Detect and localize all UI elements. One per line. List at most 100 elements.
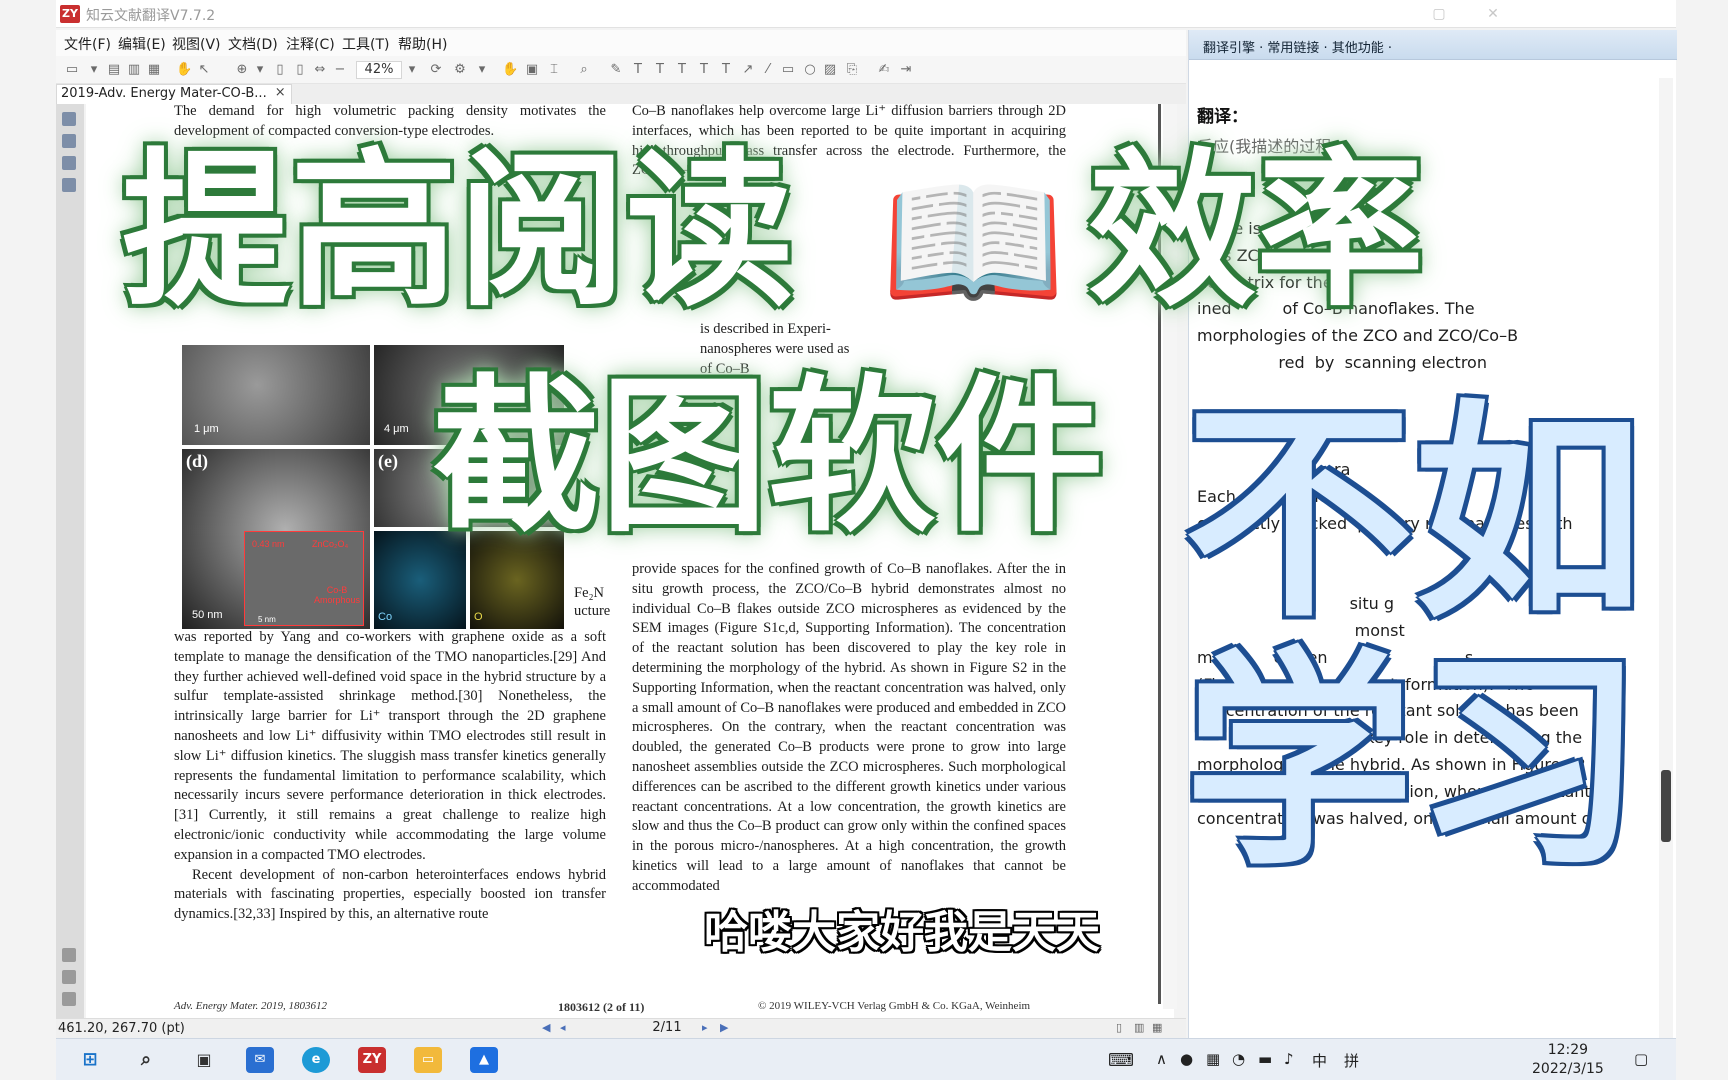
attachment-panel-icon[interactable] (62, 970, 76, 984)
video-app-icon[interactable]: ▲ (470, 1047, 498, 1073)
copyright-footer: © 2019 WILEY-VCH Verlag GmbH & Co. KGaA,… (758, 1000, 1031, 1012)
keyboard-icon[interactable]: ⌨ (1108, 1050, 1134, 1071)
volume-icon[interactable]: ♪ (1284, 1050, 1294, 1068)
two-page-icon[interactable]: ▦ (1152, 1021, 1162, 1034)
settings-icon[interactable]: ⚙ (452, 62, 468, 78)
zhiyun-app-icon[interactable]: ZY (358, 1047, 386, 1073)
note-icon[interactable]: ✎ (608, 62, 624, 78)
battery-icon[interactable]: ▬ (1258, 1050, 1272, 1068)
task-view-icon[interactable]: ▣ (190, 1047, 218, 1073)
dropdown-icon[interactable]: ▾ (404, 62, 420, 78)
annotation-panel-icon[interactable] (62, 156, 76, 170)
text-tool-icon[interactable]: T (630, 62, 646, 78)
scroll-thumb[interactable] (1661, 770, 1671, 842)
close-button[interactable]: ✕ (1480, 4, 1506, 24)
menu-view[interactable]: 视图(V) (172, 34, 221, 54)
tab-close-icon[interactable]: × (275, 85, 286, 100)
attachment-icon[interactable]: ⎘ (844, 62, 860, 78)
ime-language[interactable]: 中 (1312, 1050, 1327, 1071)
menu-help[interactable]: 帮助(H) (398, 34, 447, 54)
dropdown-icon[interactable]: ▾ (86, 62, 102, 78)
scale-label: 1 μm (194, 423, 219, 435)
zoom-level[interactable]: 42% (356, 61, 402, 79)
page-indicator[interactable]: 2/11 (642, 1020, 692, 1037)
prev-page-icon[interactable]: ◂ (560, 1021, 566, 1034)
scale-label: 4 μm (384, 423, 409, 435)
menu-comment[interactable]: 注释(C) (286, 34, 335, 54)
page-icon[interactable]: ▯ (272, 62, 288, 78)
open-folder-icon[interactable]: ▭ (64, 62, 80, 78)
comment-panel-icon[interactable] (62, 992, 76, 1006)
export-icon[interactable]: ⇥ (898, 62, 914, 78)
textbox-icon[interactable]: T (652, 62, 668, 78)
maximize-button[interactable]: ▢ (1426, 4, 1452, 24)
minus-icon[interactable]: − (332, 62, 348, 78)
ime-mode[interactable]: 拼 (1344, 1050, 1359, 1071)
menu-edit[interactable]: 编辑(E) (118, 34, 166, 54)
search-icon[interactable]: ⌕ (132, 1047, 160, 1073)
fit-width-icon[interactable]: ⇔ (312, 62, 328, 78)
rectangle-icon[interactable]: ▭ (780, 62, 796, 78)
windows-start-icon[interactable]: ⊞ (76, 1047, 104, 1073)
underline-icon[interactable]: T (718, 62, 734, 78)
menu-file[interactable]: 文件(F) (64, 34, 111, 54)
edge-browser-icon[interactable]: e (302, 1047, 330, 1073)
translation-scrollbar[interactable] (1659, 78, 1673, 1038)
layers-panel-icon[interactable] (62, 948, 76, 962)
clock-date: 2022/3/15 (1532, 1061, 1604, 1077)
ellipse-icon[interactable]: ○ (802, 62, 818, 78)
panel-label-e: (e) (378, 451, 398, 471)
print-icon[interactable]: ▦ (146, 62, 162, 78)
page-fit-icon[interactable]: ▯ (292, 62, 308, 78)
arrow-icon[interactable]: ↗ (740, 62, 756, 78)
translation-menu[interactable]: 翻译引擎 · 常用链接 · 其他功能 · (1203, 37, 1392, 56)
toolbar: ▭ ▾ ▤ ▥ ▦ ✋ ↖ ⊕ ▾ ▯ ▯ ⇔ − 42% ▾ ⟳ ⚙ ▾ ✋ … (56, 56, 1186, 84)
search-panel-icon[interactable] (62, 178, 76, 192)
highlight-icon[interactable]: T (674, 62, 690, 78)
thumbnail-panel-icon[interactable] (62, 134, 76, 148)
clock[interactable]: 12:29 2022/3/15 (1532, 1041, 1604, 1079)
search-icon[interactable]: ⌕ (576, 62, 592, 78)
sign-icon[interactable]: ✍ (876, 62, 892, 78)
next-page-icon[interactable]: ▸ (702, 1021, 708, 1034)
rotate-icon[interactable]: ⟳ (428, 62, 444, 78)
copy-icon[interactable]: ▥ (126, 62, 142, 78)
line-icon[interactable]: ⁄ (760, 62, 776, 78)
lattice-label: 0.43 nm (252, 539, 285, 549)
last-page-icon[interactable]: ▶ (720, 1021, 728, 1034)
menu-tools[interactable]: 工具(T) (342, 34, 389, 54)
save-icon[interactable]: ▤ (106, 62, 122, 78)
microphone-icon[interactable]: ● (1180, 1050, 1193, 1068)
menu-document[interactable]: 文档(D) (228, 34, 278, 54)
pdf-right-column-lower: provide spaces for the confined growth o… (632, 560, 1066, 897)
hand-tool-icon[interactable]: ✋ (176, 62, 192, 78)
dropdown-icon[interactable]: ▾ (252, 62, 268, 78)
continuous-page-icon[interactable]: ▥ (1134, 1021, 1144, 1034)
bookmark-panel-icon[interactable] (62, 112, 76, 126)
single-page-icon[interactable]: ▯ (1116, 1021, 1122, 1034)
document-tab[interactable]: 2019-Adv. Energy Mater-CO-B... × (56, 84, 292, 104)
first-page-icon[interactable]: ◀ (542, 1021, 550, 1034)
pan-icon[interactable]: ✋ (502, 62, 518, 78)
mail-app-icon[interactable]: ✉ (246, 1047, 274, 1073)
tray-app-icon[interactable]: ▦ (1206, 1050, 1220, 1068)
book-icon: 📖 (880, 156, 1067, 330)
amorphous-label: Co-B Amorphous (313, 585, 361, 605)
clock-time: 12:29 (1547, 1042, 1589, 1058)
tem-image-d: (d) 0.43 nm ZnCo₂O₄ Co-B Amorphous 50 nm… (182, 449, 370, 629)
select-tool-icon[interactable]: ↖ (196, 62, 212, 78)
snapshot-icon[interactable]: ▣ (524, 62, 540, 78)
app-logo: ZY (60, 5, 80, 23)
zoom-in-icon[interactable]: ⊕ (234, 62, 250, 78)
text-select-icon[interactable]: ⌶ (546, 62, 562, 78)
element-label: Co (378, 611, 393, 623)
tray-chevron-icon[interactable]: ∧ (1156, 1050, 1167, 1068)
network-icon[interactable]: ◔ (1232, 1050, 1245, 1068)
dropdown-icon[interactable]: ▾ (474, 62, 490, 78)
notification-icon[interactable]: ▢ (1634, 1050, 1648, 1068)
strikeout-icon[interactable]: T (696, 62, 712, 78)
stamp-icon[interactable]: ▨ (822, 62, 838, 78)
file-explorer-icon[interactable]: ▭ (414, 1047, 442, 1073)
document-tab-label: 2019-Adv. Energy Mater-CO-B... (61, 86, 267, 101)
pdf-left-column-lower: was reported by Yang and co-workers with… (174, 628, 606, 925)
